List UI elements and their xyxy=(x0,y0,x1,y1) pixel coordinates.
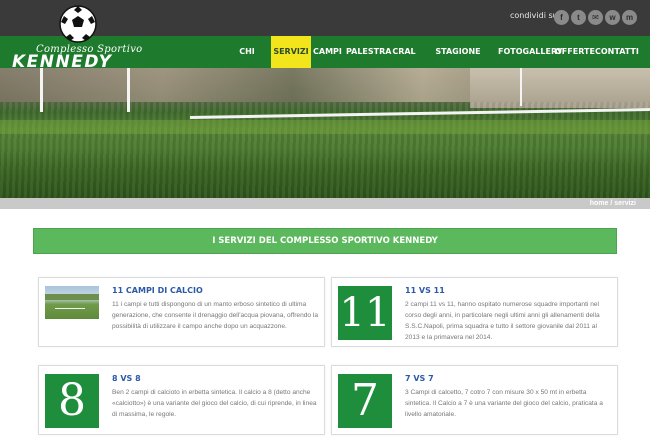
breadcrumb-bar: home / servizi xyxy=(0,198,650,209)
service-title[interactable]: 11 VS 11 xyxy=(405,286,445,295)
service-description: 3 Campi di calcetto, 7 cotro 7 con misur… xyxy=(405,389,603,418)
messenger-icon[interactable]: m xyxy=(622,10,637,25)
nav-chi-siamo[interactable]: CHI SIAMO xyxy=(226,36,268,88)
section-title-banner: I SERVIZI DEL COMPLESSO SPORTIVO KENNEDY xyxy=(33,228,617,254)
hero-goal-post-right xyxy=(520,68,580,106)
service-title[interactable]: 7 VS 7 xyxy=(405,374,434,383)
breadcrumb[interactable]: home / servizi xyxy=(590,198,636,209)
nav-servizi[interactable]: SERVIZI xyxy=(271,36,311,68)
nav-fotogallery[interactable]: FOTOGALLERY xyxy=(498,36,562,68)
service-card-7vs7[interactable]: 7 7 VS 7 3 Campi di calcetto, 7 cotro 7 … xyxy=(331,365,618,435)
service-card-campi[interactable]: 11 CAMPI DI CALCIO 11 i campi e tutti di… xyxy=(38,277,325,347)
nav-stagione[interactable]: STAGIONE 2016/17 xyxy=(424,36,492,88)
field-photo-thumbnail xyxy=(45,286,99,319)
nav-contatti[interactable]: CONTATTI xyxy=(595,36,639,68)
thumbnail-line xyxy=(55,308,85,309)
service-description: 11 i campi e tutti dispongono di un mant… xyxy=(112,301,319,330)
site-logo[interactable]: Complesso Sportivo KENNEDY xyxy=(8,4,168,72)
thumbnail-trees xyxy=(45,294,99,300)
service-title[interactable]: 11 CAMPI DI CALCIO xyxy=(112,286,203,295)
facebook-icon[interactable]: f xyxy=(554,10,569,25)
hero-goal-post xyxy=(40,68,130,112)
service-number-badge: 11 xyxy=(338,286,392,340)
nav-palestra[interactable]: PALESTRA xyxy=(346,36,391,68)
service-card-11vs11[interactable]: 11 11 VS 11 2 campi 11 vs 11, hanno ospi… xyxy=(331,277,618,347)
share-label: condividi su: xyxy=(510,11,561,20)
email-icon[interactable]: ✉ xyxy=(588,10,603,25)
service-description: 2 campi 11 vs 11, hanno ospitato numeros… xyxy=(405,301,600,341)
nav-campi[interactable]: CAMPI xyxy=(313,36,342,68)
service-number-badge: 7 xyxy=(338,374,392,428)
service-card-8vs8[interactable]: 8 8 VS 8 Ben 2 campi di calcioto in erbe… xyxy=(38,365,325,435)
whatsapp-icon[interactable]: w xyxy=(605,10,620,25)
section-title: I SERVIZI DEL COMPLESSO SPORTIVO KENNEDY xyxy=(212,236,438,246)
hero-image xyxy=(0,68,650,198)
service-description: Ben 2 campi di calcioto in erbetta sinte… xyxy=(112,389,317,418)
service-number-badge: 8 xyxy=(45,374,99,428)
nav-offerte[interactable]: OFFERTE xyxy=(555,36,595,68)
nav-cral[interactable]: CRAL xyxy=(392,36,416,68)
twitter-icon[interactable]: t xyxy=(571,10,586,25)
service-title[interactable]: 8 VS 8 xyxy=(112,374,141,383)
hero-grass-stripe xyxy=(0,120,650,134)
soccer-ball-icon xyxy=(59,5,97,43)
